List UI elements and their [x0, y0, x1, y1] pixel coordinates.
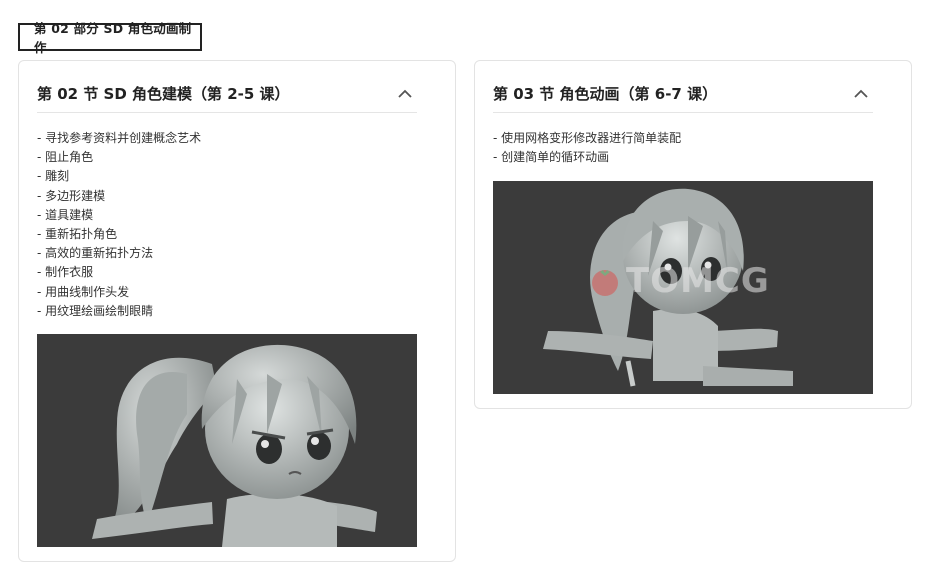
list-item: - 道具建模	[37, 207, 94, 222]
tomato-logo-icon	[592, 270, 618, 296]
list-item: - 阻止角色	[37, 150, 94, 165]
character-animation-image: TOMCG	[493, 181, 873, 394]
section-card-modeling: 第 02 节 SD 角色建模（第 2-5 课） - 寻找参考资料并创建概念艺术 …	[18, 60, 456, 562]
list-item: - 重新拓扑角色	[37, 227, 118, 242]
list-item: - 用曲线制作头发	[37, 284, 130, 299]
lesson-list: - 寻找参考资料并创建概念艺术 - 阻止角色 - 雕刻 - 多边形建模 - 道具…	[37, 129, 201, 321]
section-header[interactable]: 第 03 节 角色动画（第 6-7 课）	[493, 75, 873, 113]
section-card-animation: 第 03 节 角色动画（第 6-7 课） - 使用网格变形修改器进行简单装配 -…	[474, 60, 912, 409]
list-item: - 用纹理绘画绘制眼睛	[37, 303, 154, 318]
list-item: - 使用网格变形修改器进行简单装配	[493, 131, 682, 145]
list-item: - 雕刻	[37, 169, 70, 184]
section-title: 第 03 节 角色动画（第 6-7 课）	[493, 85, 718, 103]
chevron-up-icon[interactable]	[849, 82, 873, 106]
list-item: - 高效的重新拓扑方法	[37, 246, 154, 261]
character-model-image	[37, 334, 417, 547]
lesson-list: - 使用网格变形修改器进行简单装配 - 创建简单的循环动画	[493, 129, 681, 167]
list-item: - 寻找参考资料并创建概念艺术	[37, 131, 202, 145]
list-item: - 创建简单的循环动画	[493, 150, 610, 165]
list-item: - 制作衣服	[37, 265, 94, 280]
section-title: 第 02 节 SD 角色建模（第 2-5 课）	[37, 85, 290, 103]
section-header[interactable]: 第 02 节 SD 角色建模（第 2-5 课）	[37, 75, 417, 113]
list-item: - 多边形建模	[37, 188, 106, 203]
chevron-up-icon[interactable]	[393, 82, 417, 106]
watermark-text: TOMCG	[626, 261, 770, 301]
part-label: 第 02 部分 SD 角色动画制作	[18, 21, 202, 55]
watermark: TOMCG	[588, 261, 770, 301]
